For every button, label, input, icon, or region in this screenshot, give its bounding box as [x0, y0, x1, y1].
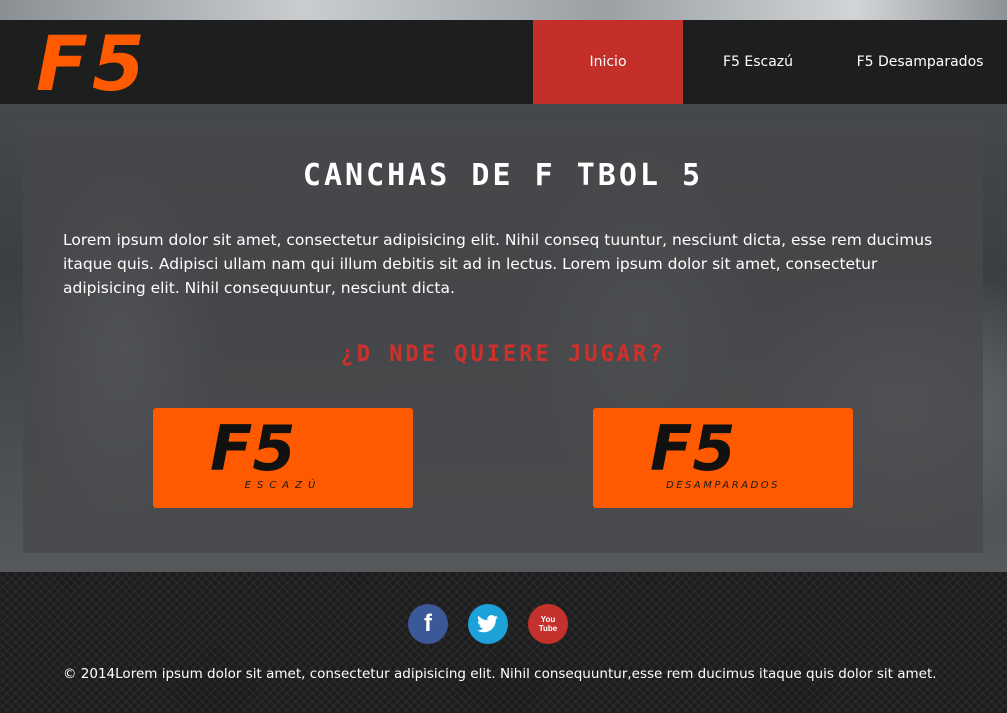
venue-escazu-label: ESCAZÚ [244, 480, 322, 491]
facebook-glyph: f [424, 610, 432, 637]
youtube-glyph: You Tube [538, 615, 558, 633]
venue-escazu-logo: F5 [210, 420, 296, 480]
footer: f You Tube © 2014Lorem ipsum dolor sit a… [0, 572, 1007, 713]
social-links: f You Tube [408, 604, 568, 644]
f5-logo[interactable]: F5 [36, 28, 238, 98]
nav-f5-desamparados[interactable]: F5 Desamparados [833, 20, 1007, 104]
venue-escazu-button[interactable]: F5 ESCAZÚ [153, 408, 413, 508]
twitter-icon[interactable] [468, 604, 508, 644]
venue-desamparados-logo: F5 [650, 420, 736, 480]
main-nav: Inicio F5 Escazú F5 Desamparados [533, 20, 1007, 104]
venue-desamparados-label: DESAMPARADOS [666, 480, 780, 491]
page-title: Canchas de F tbol 5 [302, 158, 704, 193]
svg-text:F5: F5 [210, 420, 296, 480]
nav-inicio[interactable]: Inicio [533, 20, 683, 104]
venue-desamparados-button[interactable]: F5 DESAMPARADOS [593, 408, 853, 508]
nav-f5-escazu[interactable]: F5 Escazú [683, 20, 833, 104]
top-background-strip [0, 0, 1007, 20]
copyright-text: © 2014Lorem ipsum dolor sit amet, consec… [63, 666, 937, 682]
navbar: F5 Inicio F5 Escazú F5 Desamparados [0, 20, 1007, 104]
svg-text:F5: F5 [36, 28, 149, 98]
svg-text:F5: F5 [650, 420, 736, 480]
where-to-play-heading: ¿D nde quiere jugar? [340, 342, 666, 367]
facebook-icon[interactable]: f [408, 604, 448, 644]
twitter-bird [477, 615, 498, 633]
content-panel: Canchas de F tbol 5 Lorem ipsum dolor si… [23, 122, 983, 553]
intro-text: Lorem ipsum dolor sit amet, consectetur … [63, 231, 933, 297]
youtube-icon[interactable]: You Tube [528, 604, 568, 644]
